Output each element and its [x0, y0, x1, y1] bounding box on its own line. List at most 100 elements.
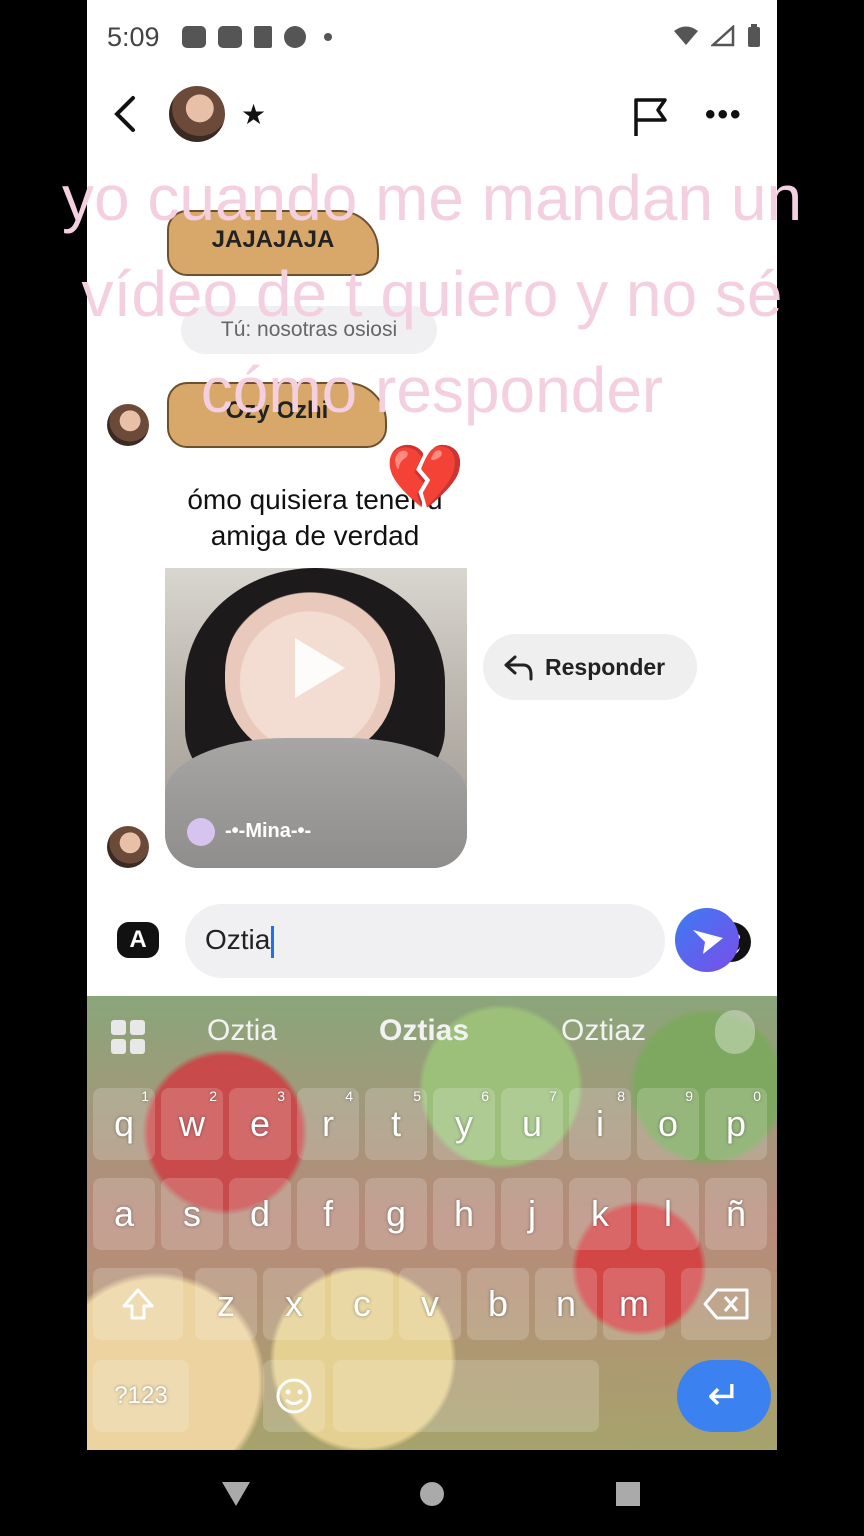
suggestion-3[interactable]: Oztiaz: [561, 1014, 646, 1048]
notification-icons: [182, 26, 332, 48]
key-num: 1: [141, 1088, 149, 1104]
key-e[interactable]: 3e: [229, 1088, 291, 1160]
contact-avatar[interactable]: [169, 86, 225, 142]
key-label: n: [555, 1283, 577, 1324]
key-num: 8: [617, 1088, 625, 1104]
key-a[interactable]: a: [93, 1178, 155, 1250]
key-label: q: [113, 1103, 135, 1144]
key-num: 5: [413, 1088, 421, 1104]
text-cursor: [271, 925, 275, 958]
key-r[interactable]: 4r: [297, 1088, 359, 1160]
emoji-key-icon: [276, 1378, 312, 1414]
space-key[interactable]: [333, 1360, 599, 1432]
shared-video[interactable]: -•-Mina-•-: [165, 568, 467, 868]
key-s[interactable]: s: [161, 1178, 223, 1250]
back-arrow-icon[interactable]: [111, 94, 141, 134]
send-button[interactable]: [675, 908, 739, 972]
reply-button-label: Responder: [545, 653, 666, 680]
key-label: x: [285, 1283, 303, 1324]
key-label: p: [725, 1103, 747, 1144]
key-b[interactable]: b: [467, 1268, 529, 1340]
keyboard: Oztia Oztias Oztiaz 1q 2w 3e 4r 5t 6y 7u…: [87, 996, 777, 1450]
message-input[interactable]: Oztia: [185, 904, 751, 978]
enter-key[interactable]: ↵: [677, 1360, 771, 1432]
key-label: e: [249, 1103, 271, 1144]
key-p[interactable]: 0p: [705, 1088, 767, 1160]
chat-icon: [182, 26, 206, 48]
shift-key[interactable]: [93, 1268, 183, 1340]
youtube-icon: [218, 26, 242, 48]
wifi-icon: [674, 26, 698, 45]
system-icons: [673, 24, 761, 48]
key-label: i: [596, 1103, 604, 1144]
key-t[interactable]: 5t: [365, 1088, 427, 1160]
key-num: 0: [753, 1088, 761, 1104]
key-label: z: [217, 1283, 235, 1324]
key-num: 9: [685, 1088, 693, 1104]
key-label: u: [521, 1103, 543, 1144]
signal-icon: [711, 25, 735, 47]
home-nav-icon[interactable]: [420, 1482, 444, 1506]
key-d[interactable]: d: [229, 1178, 291, 1250]
backspace-key[interactable]: [681, 1268, 771, 1340]
suggestion-bar: Oztia Oztias Oztiaz: [87, 996, 777, 1074]
key-h[interactable]: h: [433, 1178, 495, 1250]
status-time: 5:09: [107, 22, 160, 52]
key-m[interactable]: m: [603, 1268, 665, 1340]
key-k[interactable]: k: [569, 1178, 631, 1250]
translate-icon[interactable]: A: [117, 922, 159, 958]
sender-avatar[interactable]: [107, 826, 149, 868]
key-z[interactable]: z: [195, 1268, 257, 1340]
key-q[interactable]: 1q: [93, 1088, 155, 1160]
key-label: m: [619, 1283, 649, 1324]
key-num: 2: [209, 1088, 217, 1104]
key-label: ?123: [114, 1382, 168, 1409]
reply-arrow-icon: [504, 655, 533, 681]
broken-heart-emoji: 💔: [385, 441, 465, 513]
message-composer: A Oztia: [87, 900, 777, 990]
key-label: c: [353, 1283, 371, 1324]
key-o[interactable]: 9o: [637, 1088, 699, 1160]
reply-button[interactable]: Responder: [483, 634, 697, 700]
key-c[interactable]: c: [331, 1268, 393, 1340]
star-icon[interactable]: ★: [241, 98, 266, 131]
suggestion-1[interactable]: Oztia: [207, 1014, 277, 1048]
key-n[interactable]: n: [535, 1268, 597, 1340]
key-f[interactable]: f: [297, 1178, 359, 1250]
key-l[interactable]: l: [637, 1178, 699, 1250]
chat-header: ★ •••: [87, 78, 777, 158]
suggestion-2[interactable]: Oztias: [379, 1014, 469, 1048]
key-n-tilde[interactable]: ñ: [705, 1178, 767, 1250]
video-username: -•-Mina-•-: [225, 820, 312, 842]
navigation-bar: [0, 1450, 864, 1536]
key-x[interactable]: x: [263, 1268, 325, 1340]
key-v[interactable]: v: [399, 1268, 461, 1340]
key-num: 3: [277, 1088, 285, 1104]
key-label: y: [455, 1103, 473, 1144]
key-label: v: [421, 1283, 439, 1324]
more-options-icon[interactable]: •••: [705, 98, 743, 132]
battery-icon: [748, 24, 760, 47]
microphone-icon[interactable]: [715, 1010, 755, 1054]
key-label: k: [591, 1193, 609, 1234]
key-g[interactable]: g: [365, 1178, 427, 1250]
key-w[interactable]: 2w: [161, 1088, 223, 1160]
play-icon[interactable]: [295, 638, 345, 698]
key-j[interactable]: j: [501, 1178, 563, 1250]
recents-nav-icon[interactable]: [616, 1482, 640, 1506]
shift-icon: [122, 1288, 154, 1320]
key-label: l: [664, 1193, 672, 1234]
emoji-key[interactable]: [263, 1360, 325, 1432]
key-u[interactable]: 7u: [501, 1088, 563, 1160]
key-label: g: [385, 1193, 407, 1234]
key-num: 6: [481, 1088, 489, 1104]
key-label: o: [657, 1103, 679, 1144]
key-i[interactable]: 8i: [569, 1088, 631, 1160]
video-user-avatar: [187, 818, 215, 846]
apps-grid-icon[interactable]: [111, 1020, 145, 1054]
flag-icon[interactable]: [631, 96, 671, 138]
key-label: r: [322, 1103, 334, 1144]
key-y[interactable]: 6y: [433, 1088, 495, 1160]
back-nav-icon[interactable]: [222, 1482, 250, 1506]
symbols-key[interactable]: ?123: [93, 1360, 189, 1432]
